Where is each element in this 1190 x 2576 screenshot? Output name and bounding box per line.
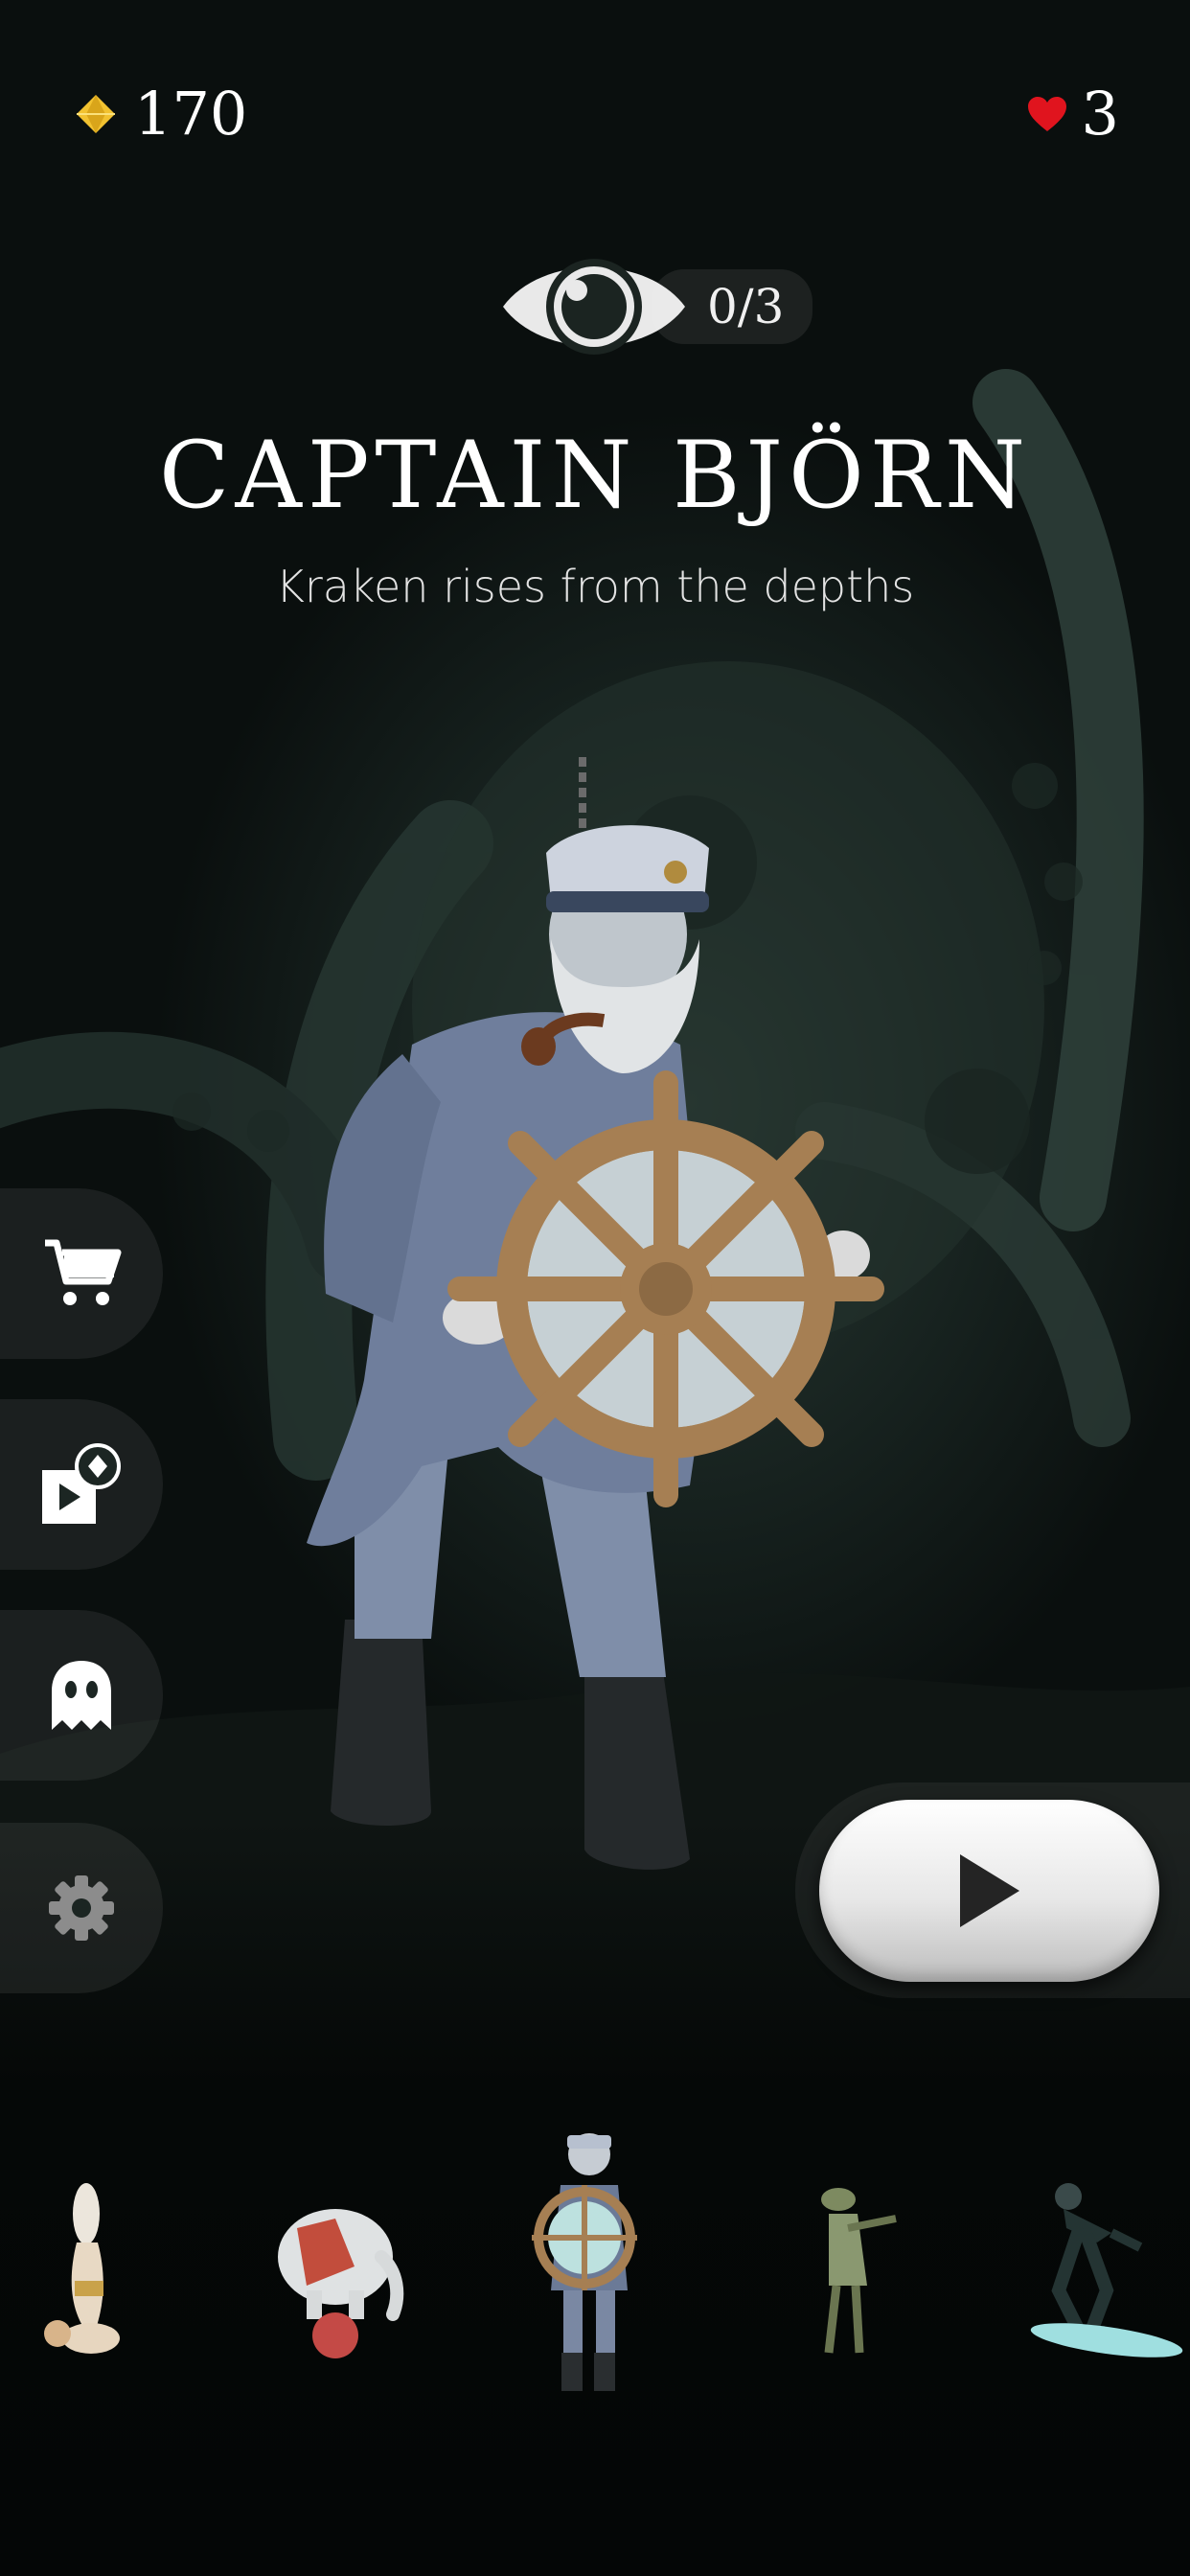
shop-button[interactable] — [0, 1188, 163, 1359]
play-icon — [959, 1854, 1019, 1927]
lives-counter[interactable]: 3 — [1026, 79, 1119, 149]
character-thumb-circus-elephant[interactable] — [268, 2180, 412, 2362]
character-thumb-soldier[interactable] — [800, 2180, 905, 2362]
character-name: CAPTAIN BJÖRN — [159, 422, 1031, 529]
gear-icon — [49, 1875, 114, 1941]
gem-count: 170 — [134, 79, 248, 149]
gem-icon — [77, 94, 115, 133]
play-button[interactable] — [819, 1800, 1159, 1982]
ghost-mode-button[interactable] — [0, 1610, 163, 1781]
settings-button[interactable] — [0, 1823, 163, 1993]
view-counter: 0/3 — [498, 244, 813, 369]
view-count: 0/3 — [652, 269, 813, 344]
character-thumb-surfer[interactable] — [1020, 2175, 1183, 2367]
character-tagline: Kraken rises from the depths — [275, 561, 915, 612]
watch-video-for-gems-button[interactable] — [0, 1399, 163, 1570]
ghost-icon — [52, 1661, 111, 1730]
gem-counter[interactable]: 170 — [75, 79, 247, 149]
cart-icon — [45, 1239, 122, 1305]
lives-count: 3 — [1081, 79, 1119, 149]
heart-icon — [1027, 96, 1066, 131]
character-select-screen: 170 3 0/3 CAPTAIN BJÖRN Kraken rises fro… — [0, 0, 1190, 2576]
video-gem-icon — [42, 1443, 121, 1524]
character-thumb-captain-bjorn[interactable] — [517, 2128, 661, 2415]
captain-bjorn-figure[interactable] — [287, 757, 901, 1888]
character-thumb-acrobat[interactable] — [38, 2175, 144, 2367]
